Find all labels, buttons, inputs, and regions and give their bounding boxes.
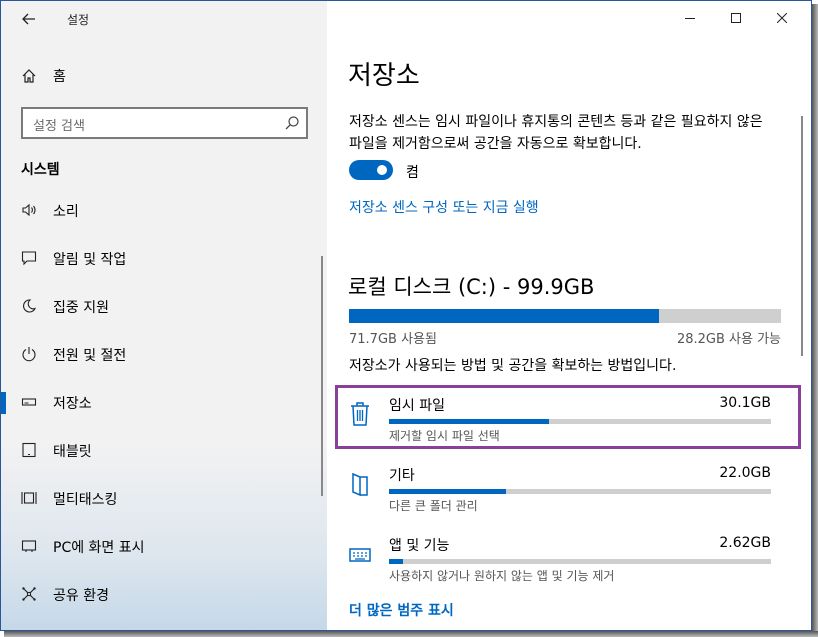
storage-sense-toggle[interactable] (349, 160, 393, 180)
close-icon (777, 13, 787, 23)
disk-used-label: 71.7GB 사용됨 (349, 332, 437, 347)
back-button[interactable] (15, 7, 43, 31)
sidebar-item-label: 알림 및 작업 (53, 252, 127, 268)
keyboard-icon (349, 548, 371, 562)
category-subtext: 제거할 임시 파일 선택 (389, 429, 500, 443)
minimize-button[interactable] (667, 1, 713, 37)
speaker-icon (22, 203, 36, 217)
section-title: 시스템 (21, 162, 60, 178)
main-content: 저장소 저장소 센스는 임시 파일이나 휴지통의 콘텐츠 등과 같은 필요하지 … (327, 1, 811, 630)
sidebar-item-notifications[interactable]: 알림 및 작업 (1, 234, 327, 282)
sidebar-item-label: 태블릿 (53, 444, 92, 460)
sidebar-item-label: PC에 화면 표시 (53, 540, 145, 556)
notification-icon (21, 251, 37, 266)
sidebar-item-power[interactable]: 전원 및 절전 (1, 330, 327, 378)
disk-title: 로컬 디스크 (C:) - 99.9GB (348, 275, 595, 299)
titlebar-left: 설정 (1, 1, 327, 37)
category-bar-fill (389, 489, 507, 494)
app-title: 설정 (67, 13, 90, 27)
maximize-button[interactable] (713, 1, 759, 37)
sidebar-item-tablet[interactable]: 태블릿 (1, 426, 327, 474)
trash-icon (351, 402, 369, 426)
search-placeholder: 설정 검색 (33, 119, 85, 134)
search-input[interactable]: 설정 검색 (21, 107, 308, 139)
category-name: 앱 및 기능 (389, 538, 450, 554)
category-bar (389, 419, 771, 424)
maximize-icon (731, 13, 741, 23)
category-name: 임시 파일 (389, 398, 445, 414)
power-icon (22, 347, 36, 362)
sidebar: 설정 홈 설정 검색 시스템 소리 알림 및 작업 집중 지원 전원 및 절전 … (1, 1, 327, 630)
category-bar-fill (389, 559, 404, 564)
settings-window: 설정 홈 설정 검색 시스템 소리 알림 및 작업 집중 지원 전원 및 절전 … (0, 0, 812, 631)
category-subtext: 다른 큰 폴더 관리 (389, 499, 478, 513)
sidebar-item-label: 공유 환경 (53, 588, 109, 604)
storage-icon (21, 398, 37, 406)
search-icon (285, 116, 299, 130)
sidebar-item-storage[interactable]: 저장소 (1, 378, 327, 426)
close-button[interactable] (759, 1, 805, 37)
category-size: 2.62GB (719, 535, 771, 551)
window-shadow-bottom (4, 631, 818, 637)
show-more-categories-link[interactable]: 더 많은 범주 표시 (349, 600, 454, 620)
moon-icon (23, 299, 37, 313)
home-icon (22, 69, 36, 83)
sidebar-nav: 소리 알림 및 작업 집중 지원 전원 및 절전 저장소 태블릿 멀티태스킹 P… (1, 186, 327, 618)
configure-storage-sense-link[interactable]: 저장소 센스 구성 또는 지금 실행 (349, 197, 539, 217)
sidebar-item-sound[interactable]: 소리 (1, 186, 327, 234)
sidebar-scrollbar[interactable] (321, 256, 323, 496)
project-icon (21, 540, 37, 552)
sidebar-item-label: 소리 (53, 204, 79, 220)
category-bar-fill (389, 419, 550, 424)
share-icon (22, 587, 36, 601)
multitasking-icon (21, 492, 37, 504)
disk-free-label: 28.2GB 사용 가능 (676, 332, 781, 347)
back-arrow-icon (22, 13, 35, 25)
sidebar-item-share[interactable]: 공유 환경 (1, 570, 327, 618)
category-bar (389, 489, 771, 494)
sidebar-item-label: 집중 지원 (53, 300, 109, 316)
category-name: 기타 (389, 468, 415, 484)
storage-usage-note: 저장소가 사용되는 방법 및 공간을 확보하는 방법입니다. (349, 358, 677, 374)
sidebar-item-label: 멀티태스킹 (53, 492, 118, 508)
category-size: 22.0GB (719, 465, 771, 481)
toggle-state-label: 켬 (406, 165, 419, 181)
tablet-icon (22, 442, 36, 458)
sidebar-item-label: 저장소 (53, 396, 92, 412)
storage-sense-description: 저장소 센스는 임시 파일이나 휴지통의 콘텐츠 등과 같은 필요하지 않은 파… (349, 114, 763, 152)
main-scrollbar[interactable] (801, 116, 803, 356)
disk-usage-bar (349, 309, 781, 323)
window-shadow-right (812, 4, 818, 637)
minimize-icon (685, 18, 695, 19)
toggle-knob (377, 165, 387, 175)
sidebar-item-home[interactable]: 홈 (21, 65, 66, 87)
category-bar (389, 559, 771, 564)
category-size: 30.1GB (719, 395, 771, 411)
sidebar-item-focus-assist[interactable]: 집중 지원 (1, 282, 327, 330)
category-temp-files[interactable]: 임시 파일 30.1GB 제거할 임시 파일 선택 (335, 385, 801, 449)
sidebar-item-label: 전원 및 절전 (53, 348, 127, 364)
category-apps[interactable]: 앱 및 기능 2.62GB 사용하지 않거나 원하지 않는 앱 및 기능 제거 (335, 525, 801, 589)
sidebar-item-project[interactable]: PC에 화면 표시 (1, 522, 327, 570)
page-title: 저장소 (348, 61, 420, 91)
folder-icon (352, 472, 368, 497)
home-label: 홈 (53, 69, 66, 85)
category-subtext: 사용하지 않거나 원하지 않는 앱 및 기능 제거 (389, 569, 615, 583)
disk-usage-fill (349, 309, 660, 323)
sidebar-item-multitasking[interactable]: 멀티태스킹 (1, 474, 327, 522)
category-other[interactable]: 기타 22.0GB 다른 큰 폴더 관리 (335, 455, 801, 519)
